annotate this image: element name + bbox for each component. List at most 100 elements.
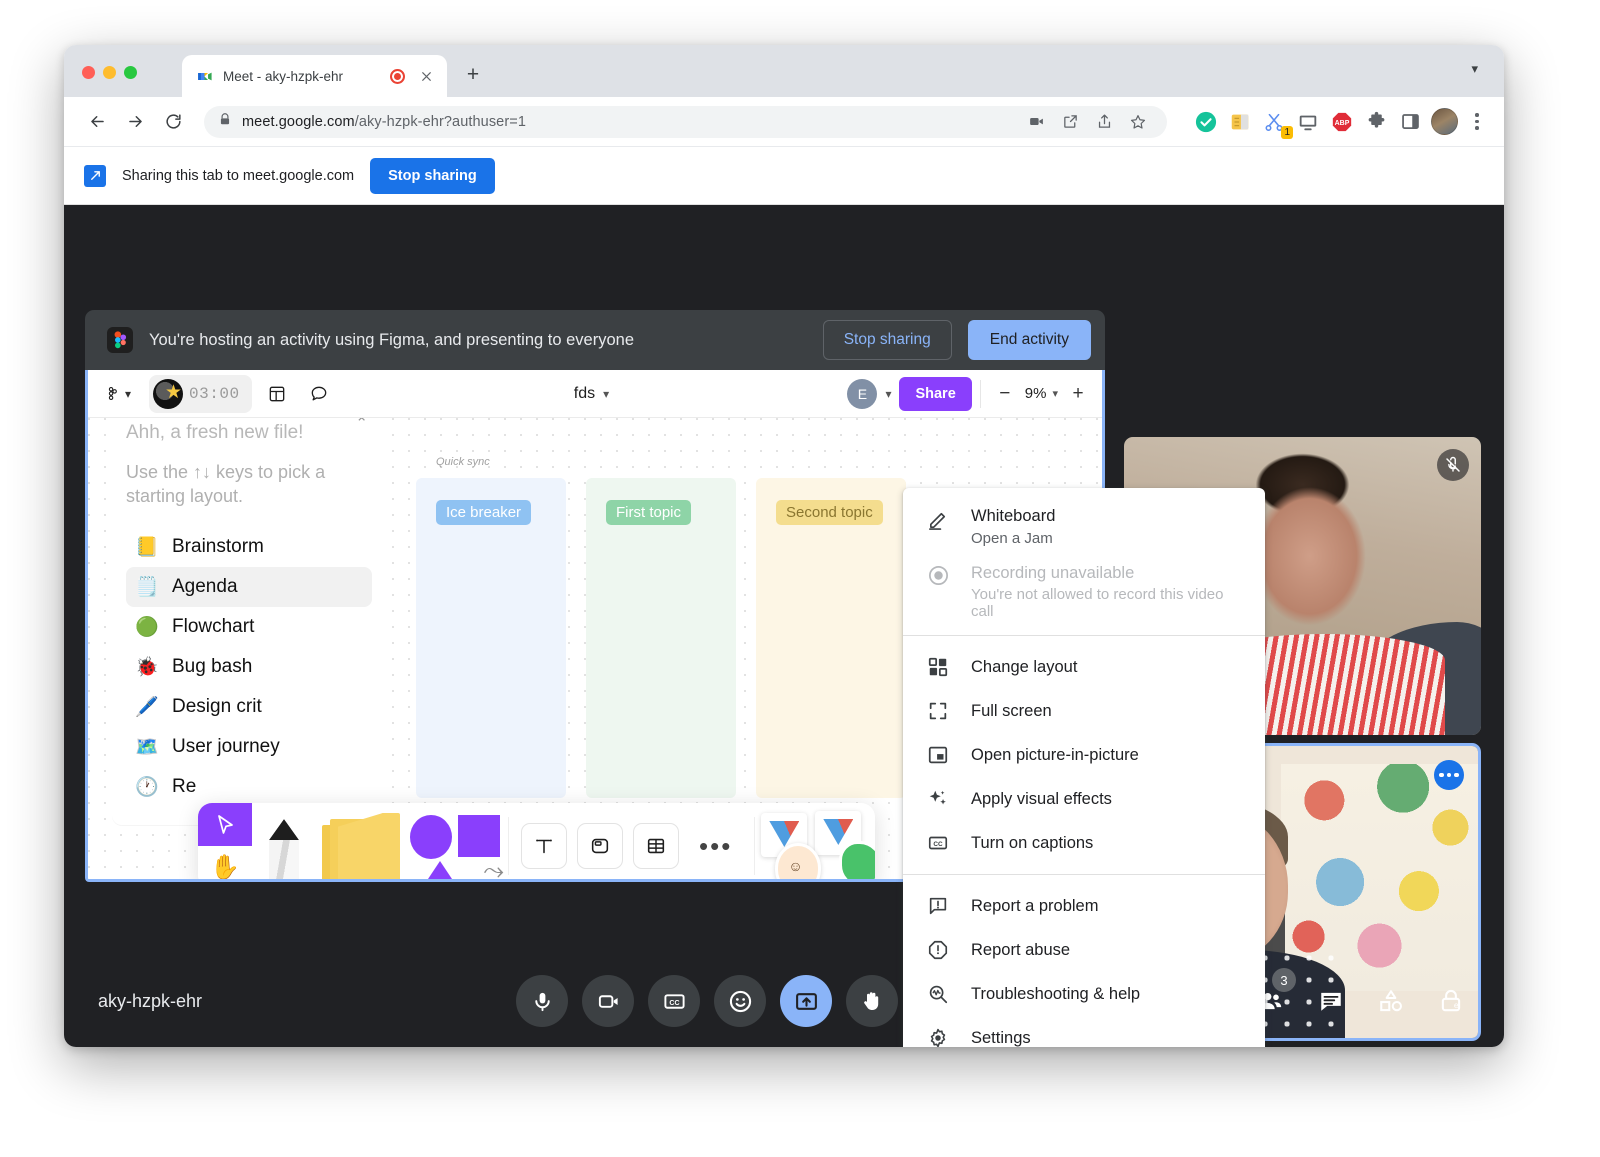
sharing-message: Sharing this tab to meet.google.com <box>122 168 354 184</box>
raise-hand-button[interactable] <box>846 975 898 1027</box>
zoom-out-button[interactable]: − <box>991 380 1019 408</box>
zoom-in-button[interactable]: + <box>1064 380 1092 408</box>
tile-more-options-button[interactable] <box>1434 760 1464 790</box>
cursor-tool[interactable]: ✋ <box>198 803 252 879</box>
select-cursor-icon[interactable] <box>198 803 252 846</box>
reload-button[interactable] <box>156 105 190 139</box>
address-bar[interactable]: meet.google.com/aky-hzpk-ehr?authuser=1 <box>204 106 1167 138</box>
present-button[interactable] <box>780 975 832 1027</box>
figjam-filename[interactable]: fds ▾ <box>344 385 840 403</box>
chevron-down-icon: ▾ <box>603 387 609 401</box>
google-meet-favicon <box>196 68 213 85</box>
figma-main-menu-button[interactable]: ▾ <box>98 385 137 402</box>
tab-recording-dot[interactable] <box>390 69 405 84</box>
snip-tool-extension[interactable]: 1 <box>1261 109 1287 135</box>
bookmark-star-icon[interactable] <box>1123 107 1153 137</box>
tab-close-icon[interactable] <box>415 65 437 87</box>
grammarly-extension[interactable] <box>1193 109 1219 135</box>
reactions-button[interactable] <box>714 975 766 1027</box>
browser-tab-meet[interactable]: Meet - aky-hzpk-ehr <box>182 55 447 97</box>
captions-button[interactable]: CC <box>648 975 700 1027</box>
menu-separator <box>903 635 1265 636</box>
menu-item-report-problem[interactable]: Report a problem <box>903 884 1265 928</box>
share-icon[interactable] <box>1089 107 1119 137</box>
menu-item-label: Report a problem <box>971 896 1098 917</box>
meet-stage: You're hosting an activity using Figma, … <box>64 205 1504 1047</box>
figjam-avatar[interactable]: E <box>847 379 877 409</box>
template-item-brainstorm[interactable]: 📒 Brainstorm <box>126 527 372 567</box>
menu-item-visual-effects[interactable]: Apply visual effects <box>903 777 1265 821</box>
screenshot-root: Meet - aky-hzpk-ehr + ▾ <box>0 0 1600 1157</box>
menu-item-troubleshooting[interactable]: Troubleshooting & help <box>903 972 1265 1016</box>
figjam-share-button[interactable]: Share <box>899 377 971 411</box>
banner-stop-sharing-button[interactable]: Stop sharing <box>823 320 952 360</box>
more-tools[interactable]: ••• <box>689 831 742 862</box>
chevron-down-icon[interactable]: ▾ <box>885 387 891 401</box>
browser-tab-strip: Meet - aky-hzpk-ehr + ▾ <box>64 45 1504 97</box>
new-tab-button[interactable]: + <box>459 61 487 89</box>
microphone-button[interactable] <box>516 975 568 1027</box>
camera-button[interactable] <box>582 975 634 1027</box>
layout-grid-icon[interactable] <box>260 377 294 411</box>
svg-text:ABP: ABP <box>1335 120 1350 127</box>
template-item-bug-bash[interactable]: 🐞 Bug bash <box>126 647 372 687</box>
pen-tool[interactable] <box>252 803 316 879</box>
template-item-design-crit[interactable]: 🖊️ Design crit <box>126 687 372 727</box>
template-item-user-journey[interactable]: 🗺️ User journey <box>126 727 372 767</box>
comment-bubble-icon[interactable] <box>302 377 336 411</box>
maximize-window-button[interactable] <box>124 66 137 79</box>
activities-button[interactable] <box>1372 982 1410 1020</box>
template-item-flowchart[interactable]: 🟢 Flowchart <box>126 607 372 647</box>
browser-tab-title: Meet - aky-hzpk-ehr <box>223 69 380 84</box>
puzzle-extensions-icon[interactable] <box>1363 109 1389 135</box>
board-section-first-topic[interactable]: First topic <box>586 478 736 798</box>
minimize-window-button[interactable] <box>103 66 116 79</box>
shapes-tool[interactable]: ⤳ <box>406 803 508 879</box>
board-section-ice-breaker[interactable]: Ice breaker <box>416 478 566 798</box>
activity-banner: You're hosting an activity using Figma, … <box>85 310 1105 370</box>
section-label: Ice breaker <box>436 500 531 525</box>
stop-sharing-button[interactable]: Stop sharing <box>370 158 495 194</box>
extensions-row: 1 ABP <box>1181 108 1488 135</box>
board-section-second-topic[interactable]: Second topic <box>756 478 906 798</box>
notes-extension[interactable] <box>1227 109 1253 135</box>
template-item-agenda[interactable]: 🗒️ Agenda <box>126 567 372 607</box>
adblock-plus-extension[interactable]: ABP <box>1329 109 1355 135</box>
stickers-tool[interactable]: ☺ 5:00 <box>755 803 875 879</box>
open-in-new-icon[interactable] <box>1055 107 1085 137</box>
chevron-up-icon[interactable]: ⌃ <box>355 418 368 432</box>
menu-item-whiteboard[interactable]: Whiteboard Open a Jam <box>903 496 1265 553</box>
text-tool[interactable] <box>521 823 567 869</box>
menu-item-picture-in-picture[interactable]: Open picture-in-picture <box>903 733 1265 777</box>
menu-item-captions[interactable]: CC Turn on captions <box>903 821 1265 865</box>
template-picker-title: Ahh, a fresh new file! <box>126 422 372 444</box>
chevron-down-icon[interactable]: ▾ <box>1052 387 1058 400</box>
side-panel-icon[interactable] <box>1397 109 1423 135</box>
close-window-button[interactable] <box>82 66 95 79</box>
cast-screen-extension[interactable] <box>1295 109 1321 135</box>
menu-item-text: Recording unavailable You're not allowed… <box>971 563 1243 621</box>
video-camera-icon[interactable] <box>1021 107 1051 137</box>
menu-item-label: Settings <box>971 1028 1031 1047</box>
menu-item-full-screen[interactable]: Full screen <box>903 689 1265 733</box>
profile-avatar[interactable] <box>1431 108 1458 135</box>
table-tool[interactable] <box>633 823 679 869</box>
connector-arrow-icon[interactable]: ⤳ <box>483 855 504 879</box>
menu-item-report-abuse[interactable]: Report abuse <box>903 928 1265 972</box>
chat-button[interactable] <box>1312 982 1350 1020</box>
mic-off-icon <box>1437 449 1469 481</box>
figjam-timer[interactable]: ★ 03:00 <box>149 375 252 413</box>
full-screen-icon <box>925 698 951 724</box>
host-controls-button[interactable]: e <box>1432 982 1470 1020</box>
chrome-menu-icon[interactable] <box>1466 113 1488 130</box>
menu-item-change-layout[interactable]: Change layout <box>903 645 1265 689</box>
chevron-down-icon[interactable]: ▾ <box>1471 61 1478 77</box>
menu-item-settings[interactable]: Settings <box>903 1016 1265 1047</box>
end-activity-button[interactable]: End activity <box>968 320 1091 360</box>
template-item-retro[interactable]: 🕐 Re <box>126 767 372 807</box>
hand-tool-icon[interactable]: ✋ <box>198 846 252 879</box>
section-tool[interactable] <box>577 823 623 869</box>
sticky-note-tool[interactable] <box>316 803 406 879</box>
back-button[interactable] <box>80 105 114 139</box>
forward-button[interactable] <box>118 105 152 139</box>
